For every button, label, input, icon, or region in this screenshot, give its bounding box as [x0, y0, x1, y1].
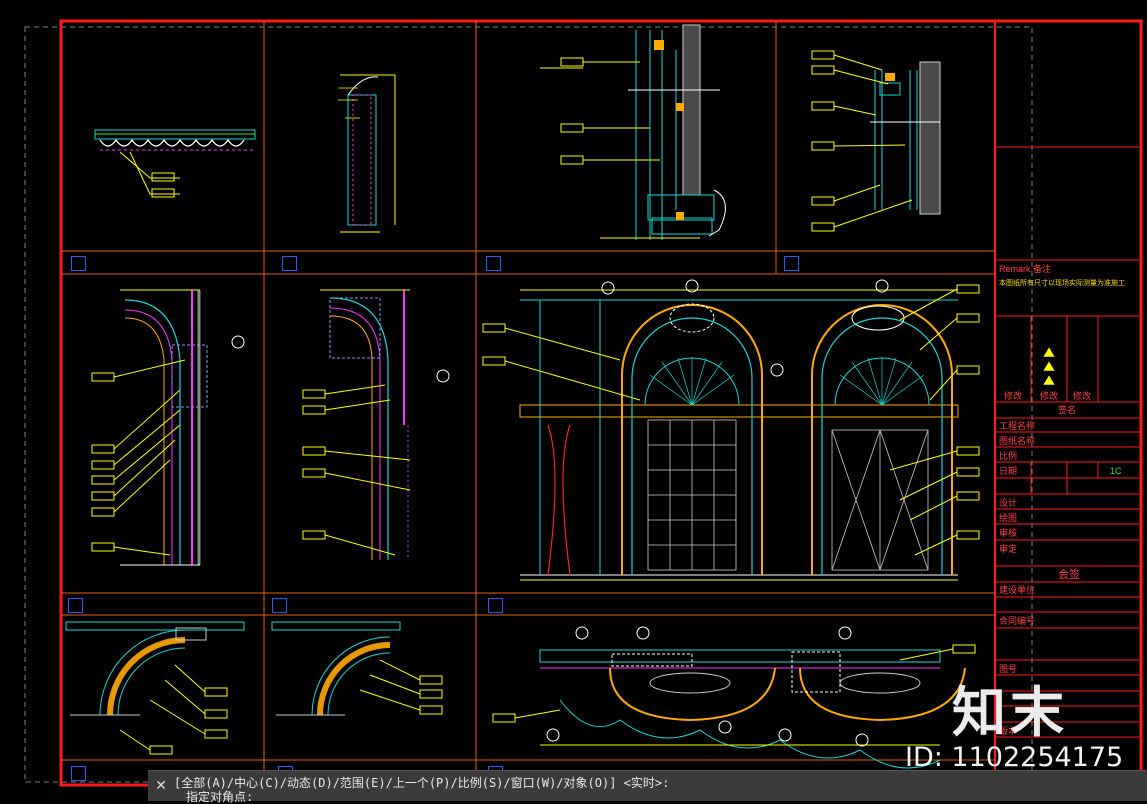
viewport-grid [61, 21, 995, 785]
detail-corner-plan-2 [271, 621, 443, 716]
viewport-tab-3[interactable] [486, 256, 501, 271]
remark-text: 本图纸所有尺寸以现场实际测量为准施工 [999, 280, 1125, 287]
revision-tag-2: 修改 [1040, 391, 1059, 401]
viewport-tab-5[interactable] [68, 598, 83, 613]
detail-wall-section-2 [811, 50, 941, 232]
row-contract-no: 合同编号 [999, 616, 1036, 626]
scale-value: 1C [1110, 466, 1122, 476]
elevation-arched-windows [482, 279, 980, 581]
viewport-tab-6[interactable] [272, 598, 287, 613]
detail-ceiling-section [492, 626, 976, 769]
sign-label: 签名 [1058, 405, 1077, 415]
revision-tag-1: 修改 [1004, 391, 1023, 401]
viewport-tab-7[interactable] [488, 598, 503, 613]
detail-arch-profile-2 [302, 289, 450, 560]
detail-arch-profile-1 [91, 289, 245, 566]
row-date: 日期 [999, 466, 1018, 476]
command-input[interactable]: 指定对角点: [186, 790, 253, 804]
row-project-name: 工程名称 [999, 421, 1036, 431]
row-client: 建设单位 [999, 585, 1036, 595]
row-drawing-name: 图纸名称 [999, 436, 1036, 446]
countersign-label: 会签 [1058, 569, 1080, 581]
viewport-tab-4[interactable] [784, 256, 799, 271]
watermark-id: ID: 1102254175 [905, 742, 1124, 773]
revision-triangles [1042, 346, 1056, 386]
revision-tag-3: 修改 [1073, 391, 1092, 401]
remark-label: Remark 备注 [999, 264, 1052, 274]
viewport-tab-2[interactable] [282, 256, 297, 271]
detail-wall-section [540, 24, 726, 240]
row-scale: 比例 [999, 451, 1018, 461]
detail-vertical-panel [338, 74, 396, 233]
watermark-logo: 知末 [952, 681, 1068, 744]
row-review: 审核 [999, 528, 1018, 538]
row-design: 设计 [999, 498, 1018, 508]
close-icon[interactable]: ✕ [154, 779, 168, 793]
row-approve: 审定 [999, 544, 1018, 554]
viewport-tab-8[interactable] [71, 766, 86, 781]
detail-corner-plan-1 [65, 621, 245, 755]
viewport-tab-1[interactable] [71, 256, 86, 271]
row-drafting: 绘图 [999, 513, 1018, 523]
detail-ceiling-strip [94, 129, 256, 198]
command-line-panel[interactable]: ✕ [全部(A)/中心(C)/动态(D)/范围(E)/上一个(P)/比例(S)/… [148, 770, 1147, 804]
command-prompt: [全部(A)/中心(C)/动态(D)/范围(E)/上一个(P)/比例(S)/窗口… [174, 776, 670, 790]
